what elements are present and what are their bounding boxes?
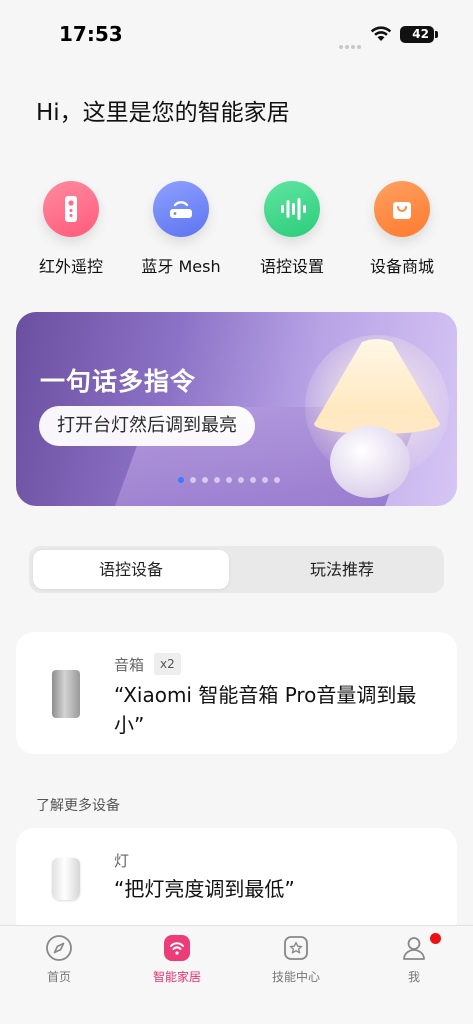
table-lamp-illustration <box>305 335 449 498</box>
segmented-control: 语控设备 玩法推荐 <box>29 546 444 593</box>
skill-star-icon <box>281 933 311 963</box>
nav-label: 首页 <box>46 970 71 984</box>
nav-smart-home[interactable]: 智能家居 <box>127 933 227 985</box>
device-count-badge: x2 <box>154 653 181 675</box>
nav-label: 智能家居 <box>152 970 201 984</box>
device-category: 音箱 <box>114 656 145 674</box>
section-title-more-devices: 了解更多设备 <box>36 798 120 814</box>
quick-action-label: 设备商城 <box>369 257 434 276</box>
speaker-icon <box>52 670 80 718</box>
nav-profile[interactable]: 我 <box>364 933 464 985</box>
quick-action-ir-remote[interactable]: 红外遥控 <box>16 181 126 277</box>
quick-actions: 红外遥控 蓝牙 Mesh 语控设置 设备商城 <box>0 181 473 281</box>
light-icon <box>52 858 80 900</box>
status-bar: 17:53 42 <box>0 0 473 70</box>
quick-action-label: 蓝牙 Mesh <box>141 257 221 276</box>
bottom-nav: 首页 智能家居 技能中心 我 <box>0 925 473 1024</box>
nav-label: 我 <box>407 970 420 984</box>
nav-label: 技能中心 <box>271 970 320 984</box>
banner-pagination[interactable] <box>178 477 280 485</box>
tab-voice-devices[interactable]: 语控设备 <box>33 550 229 589</box>
nav-skill-center[interactable]: 技能中心 <box>246 933 346 985</box>
banner-dot[interactable] <box>262 477 268 483</box>
banner-dot[interactable] <box>214 477 220 483</box>
device-category: 灯 <box>114 852 130 870</box>
smart-home-icon <box>162 933 192 963</box>
voice-wave-icon <box>264 181 320 237</box>
quick-action-bluetooth-mesh[interactable]: 蓝牙 Mesh <box>126 181 236 277</box>
banner-title: 一句话多指令 <box>40 367 197 396</box>
banner-subtitle: 打开台灯然后调到最亮 <box>39 406 255 446</box>
device-card-speaker[interactable]: 音箱 x2 “Xiaomi 智能音箱 Pro音量调到最小” <box>16 632 457 754</box>
banner-dot[interactable] <box>190 477 196 483</box>
nav-home[interactable]: 首页 <box>9 933 109 985</box>
shopping-bag-icon <box>374 181 430 237</box>
profile-icon <box>399 933 429 963</box>
quick-action-device-store[interactable]: 设备商城 <box>347 181 457 277</box>
banner-dot[interactable] <box>274 477 280 483</box>
notification-badge <box>430 933 441 944</box>
compass-icon <box>44 933 74 963</box>
tab-recommendations[interactable]: 玩法推荐 <box>244 550 440 589</box>
remote-control-icon <box>43 181 99 237</box>
promo-banner[interactable]: 一句话多指令 打开台灯然后调到最亮 <box>16 312 457 506</box>
quick-action-label: 红外遥控 <box>38 257 103 276</box>
battery-icon: 42 <box>400 26 438 43</box>
quick-action-voice-settings[interactable]: 语控设置 <box>237 181 347 277</box>
greeting-title: Hi，这里是您的智能家居 <box>36 100 290 126</box>
wifi-icon <box>370 26 392 41</box>
device-command: “把灯亮度调到最低” <box>114 877 295 901</box>
status-time: 17:53 <box>59 22 123 46</box>
banner-dot[interactable] <box>202 477 208 483</box>
banner-dot[interactable] <box>226 477 232 483</box>
banner-dot[interactable] <box>178 477 184 483</box>
router-icon <box>153 181 209 237</box>
cellular-signal-icon <box>339 34 363 49</box>
device-card-light[interactable]: 灯 “把灯亮度调到最低” <box>16 828 457 938</box>
quick-action-label: 语控设置 <box>259 257 324 276</box>
device-command: “Xiaomi 智能音箱 Pro音量调到最小” <box>114 683 417 737</box>
banner-dot[interactable] <box>250 477 256 483</box>
banner-dot[interactable] <box>238 477 244 483</box>
